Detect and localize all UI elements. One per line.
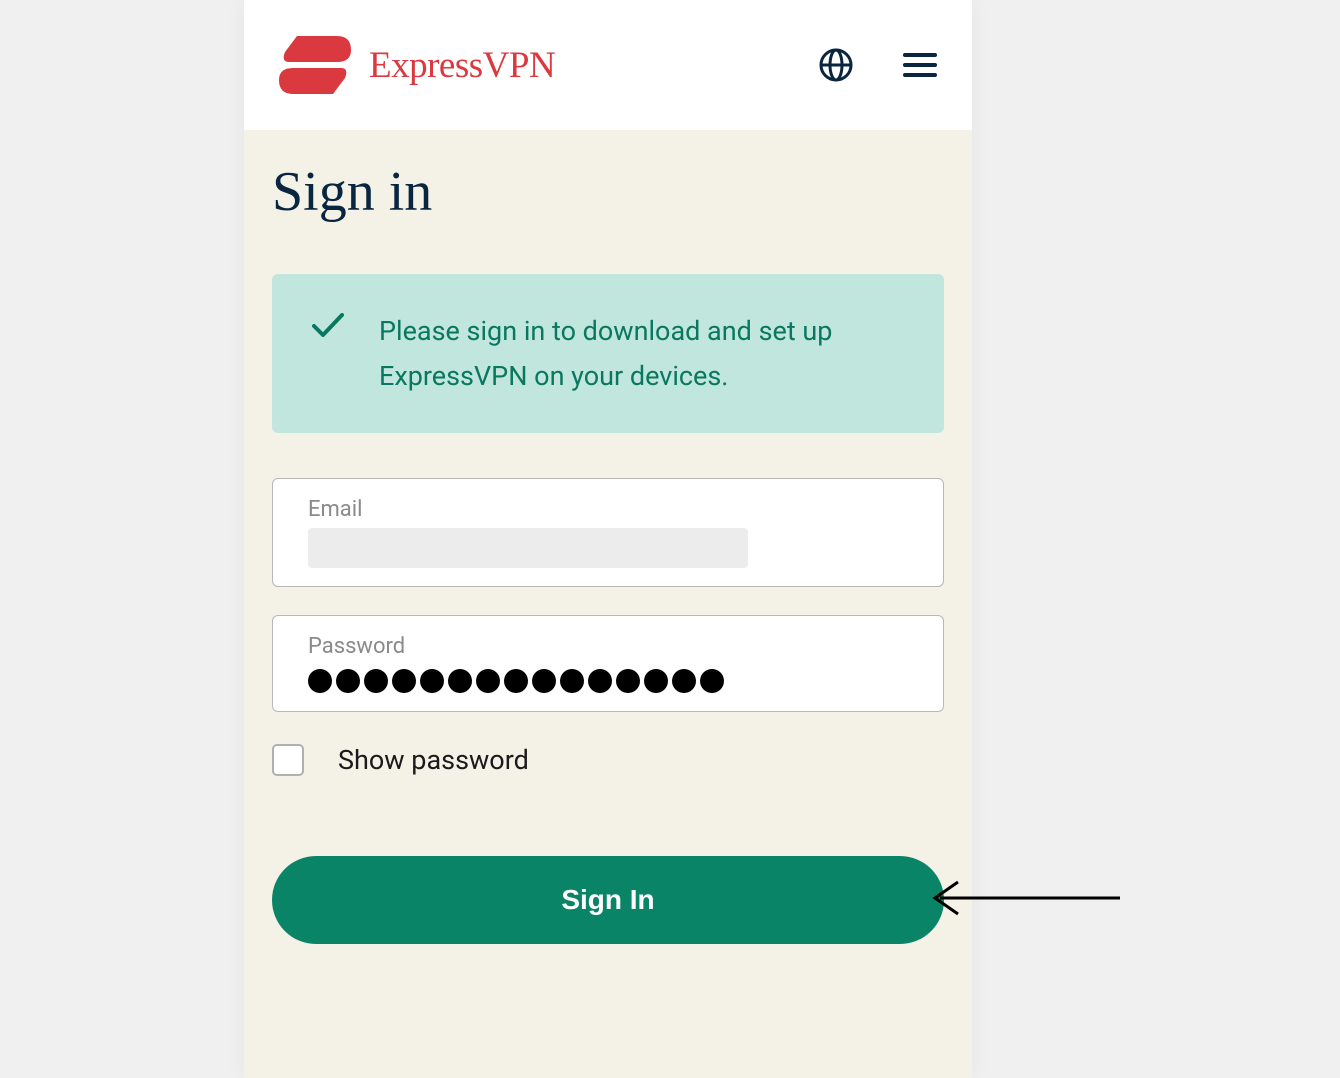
password-input[interactable] <box>308 669 908 693</box>
expressvpn-logo-icon <box>279 36 351 94</box>
show-password-checkbox[interactable] <box>272 744 304 776</box>
language-globe-icon[interactable] <box>819 48 853 82</box>
brand-logo[interactable]: ExpressVPN <box>279 36 555 94</box>
password-field-group[interactable]: Password <box>272 615 944 712</box>
header: ExpressVPN <box>244 0 972 130</box>
header-actions <box>819 48 937 82</box>
show-password-label: Show password <box>338 744 529 776</box>
content-area: Sign in Please sign in to download and s… <box>244 130 972 974</box>
brand-name: ExpressVPN <box>369 44 555 87</box>
sign-in-button[interactable]: Sign In <box>272 856 944 944</box>
email-input[interactable] <box>308 528 748 568</box>
hamburger-menu-icon[interactable] <box>903 53 937 77</box>
checkmark-icon <box>312 313 344 337</box>
notice-banner: Please sign in to download and set up Ex… <box>272 274 944 433</box>
app-container: ExpressVPN Sign in Please sign in to dow… <box>244 0 972 1078</box>
email-field-group[interactable]: Email <box>272 478 944 587</box>
show-password-row: Show password <box>272 744 944 776</box>
email-label: Email <box>308 497 908 522</box>
notice-text: Please sign in to download and set up Ex… <box>379 309 904 398</box>
page-title: Sign in <box>272 160 944 224</box>
password-label: Password <box>308 634 908 659</box>
